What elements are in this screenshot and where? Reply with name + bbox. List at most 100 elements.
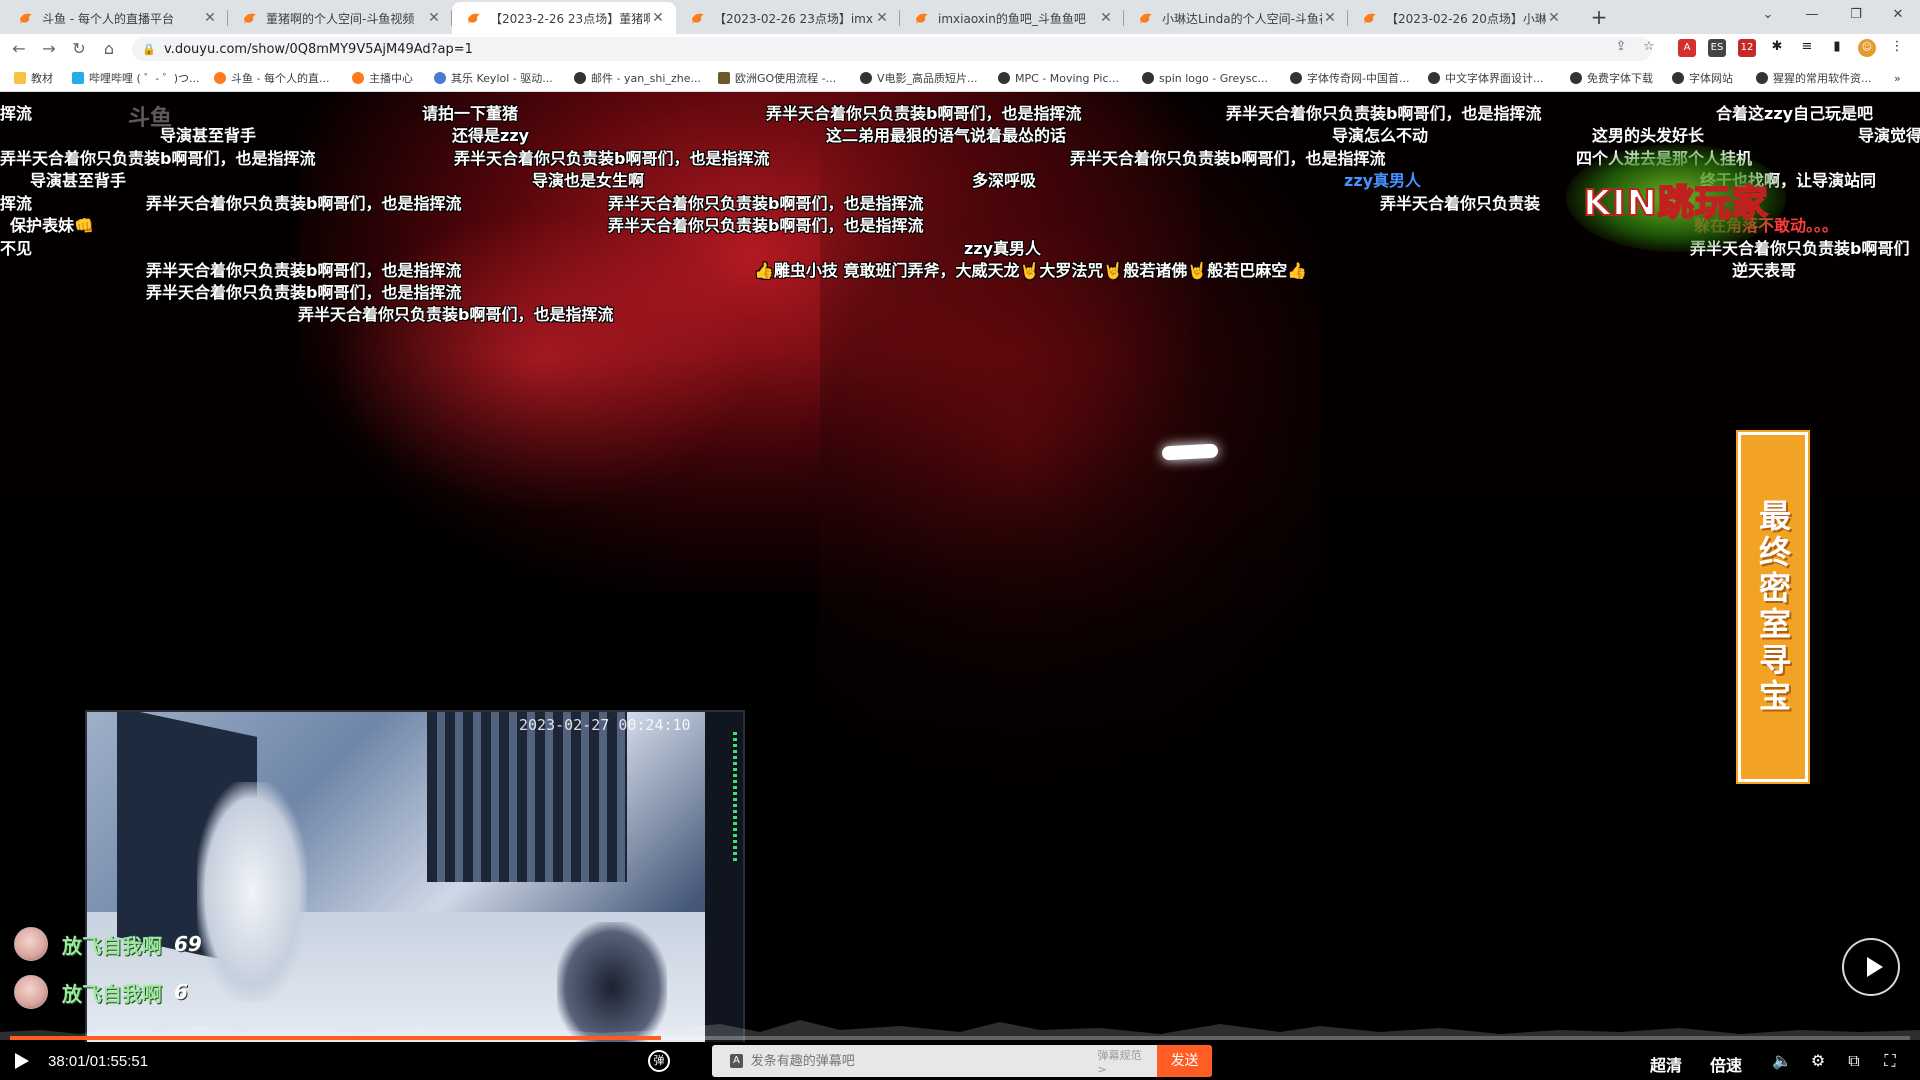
tab-6[interactable]: 【2023-02-26 20点场】小琳达: ✕ xyxy=(1348,2,1572,34)
player-controls: 38:01/01:55:51 弹 A 弹幕规范 > 发送 超清 倍速 🔈 ⚙ ⧉… xyxy=(0,1042,1920,1080)
globe-icon xyxy=(998,72,1010,84)
bookmark-item[interactable]: 教材 xyxy=(14,70,53,86)
bookmark-item[interactable]: 斗鱼 - 每个人的直... xyxy=(214,70,329,86)
lock-icon[interactable]: 🔒 xyxy=(142,43,156,56)
video-frame-light xyxy=(1161,443,1219,461)
back-icon[interactable]: ← xyxy=(8,38,30,60)
forward-icon[interactable]: → xyxy=(38,38,60,60)
bookmark-label: 邮件 - yan_shi_zhe... xyxy=(591,72,701,85)
bookmark-star-icon[interactable]: ☆ xyxy=(1640,38,1658,56)
address-bar[interactable]: 🔒 v.douyu.com/show/0Q8mMY9V5AjM49Ad?ap=1 xyxy=(132,37,1652,61)
globe-icon xyxy=(1290,72,1302,84)
globe-icon xyxy=(1570,72,1582,84)
quality-button[interactable]: 超清 xyxy=(1650,1052,1682,1076)
picture-in-picture-icon[interactable]: ⧉ xyxy=(1844,1051,1864,1071)
folder-icon xyxy=(14,72,26,84)
close-tab-icon[interactable]: ✕ xyxy=(202,10,218,26)
home-icon[interactable]: ⌂ xyxy=(98,38,120,60)
close-tab-icon[interactable]: ✕ xyxy=(1546,10,1562,26)
minimize-icon[interactable]: — xyxy=(1792,0,1832,30)
url-text[interactable]: v.douyu.com/show/0Q8mMY9V5AjM49Ad?ap=1 xyxy=(164,42,473,57)
tab-1[interactable]: 董猪啊的个人空间-斗鱼视频 ✕ xyxy=(228,2,452,34)
bookmark-item[interactable]: 其乐 Keylol - 驱动... xyxy=(434,70,553,86)
es-extension-icon[interactable]: ES xyxy=(1708,39,1726,57)
share-icon[interactable]: ⇪ xyxy=(1612,38,1630,56)
bookmark-item[interactable]: MPC - Moving Pic... xyxy=(998,70,1119,86)
bookmark-item[interactable]: 免费字体下载 xyxy=(1570,70,1653,86)
bookmarks-overflow-button[interactable]: » xyxy=(1894,70,1901,86)
bookmark-item[interactable]: 欧洲GO使用流程 -... xyxy=(718,70,836,86)
settings-gear-icon[interactable]: ⚙ xyxy=(1808,1051,1828,1071)
bookmark-label: 斗鱼 - 每个人的直... xyxy=(231,72,330,85)
danmaku-comment: 弄半天合着你只负责装b啊哥们，也是指挥流 xyxy=(454,149,770,168)
volume-icon[interactable]: 🔈 xyxy=(1772,1051,1792,1071)
restore-icon[interactable]: ❐ xyxy=(1836,0,1876,30)
danmaku-comment: 导演也是女生啊 xyxy=(532,171,645,190)
new-tab-button[interactable]: + xyxy=(1588,6,1610,28)
danmaku-comment: 弄半天合着你只负责装b啊哥们，也是指挥流 xyxy=(298,305,614,324)
cctv-figure xyxy=(197,782,307,1002)
close-tab-icon[interactable]: ✕ xyxy=(1322,10,1338,26)
danmaku-comment: 逆天表哥 xyxy=(1732,261,1797,280)
tab-4[interactable]: imxiaoxin的鱼吧_斗鱼鱼吧 ✕ xyxy=(900,2,1124,34)
fullscreen-icon[interactable]: ⛶ xyxy=(1880,1051,1900,1071)
danmaku-composer: A 弹幕规范 > 发送 xyxy=(712,1045,1213,1077)
danmaku-toggle-button[interactable]: 弹 xyxy=(648,1050,670,1072)
bookmark-item[interactable]: V电影_高品质短片... xyxy=(860,70,978,86)
danmaku-comment: 弄半天合着你只负责装b啊哥们，也是指挥流 xyxy=(146,194,462,213)
tab-0[interactable]: 斗鱼 - 每个人的直播平台 ✕ xyxy=(4,2,228,34)
danmaku-rules-link[interactable]: 弹幕规范 > xyxy=(1098,1047,1150,1076)
speed-button[interactable]: 倍速 xyxy=(1710,1052,1742,1076)
send-danmaku-button[interactable]: 发送 xyxy=(1157,1045,1213,1077)
video-player[interactable]: 斗鱼 挥流 导演甚至背手 请拍一下董猪 还得是zzy 弄半天合着你只负责装b啊哥… xyxy=(0,92,1920,1080)
close-window-icon[interactable]: ✕ xyxy=(1878,0,1918,30)
danmaku-comment: 这二弟用最狠的语气说着最怂的话 xyxy=(826,126,1067,145)
bookmark-item[interactable]: spin logo - Greysc... xyxy=(1142,70,1268,86)
bookmark-item[interactable]: 字体传奇网-中国首... xyxy=(1290,70,1409,86)
pdf-extension-icon[interactable]: A xyxy=(1678,39,1696,57)
douyu-fish-icon xyxy=(214,72,226,84)
side-panel-icon[interactable]: ▮ xyxy=(1828,38,1846,56)
danmaku-comment: 导演甚至背手 xyxy=(30,171,127,190)
big-play-button[interactable] xyxy=(1842,938,1900,996)
tab-search-icon[interactable]: ⌄ xyxy=(1748,0,1788,30)
extensions-puzzle-icon[interactable]: ✱ xyxy=(1768,38,1786,56)
douyu-fish-icon xyxy=(1140,13,1152,24)
image-icon xyxy=(718,72,730,84)
danmaku-comment: 弄半天合着你只负责装b啊哥们，也是指挥流 xyxy=(608,216,924,235)
douyu-fish-icon xyxy=(1364,13,1376,24)
tab-title: 斗鱼 - 每个人的直播平台 xyxy=(42,11,174,26)
close-tab-icon[interactable]: ✕ xyxy=(874,10,890,26)
bookmark-label: 字体传奇网-中国首... xyxy=(1307,72,1410,85)
danmaku-style-icon[interactable]: A xyxy=(730,1054,743,1068)
bookmark-item[interactable]: 邮件 - yan_shi_zhe... xyxy=(574,70,701,86)
danmaku-comment: 这男的头发好长 xyxy=(1592,126,1705,145)
menu-kebab-icon[interactable]: ⋮ xyxy=(1888,38,1906,56)
tab-3[interactable]: 【2023-02-26 23点场】imxiao: ✕ xyxy=(676,2,900,34)
globe-icon xyxy=(1672,72,1684,84)
danmaku-input[interactable] xyxy=(750,1053,1098,1069)
tab-2-active[interactable]: 【2023-2-26 23点场】董猪啊: ✕ xyxy=(452,2,676,34)
bookmark-item[interactable]: 字体网站 xyxy=(1672,70,1733,86)
avatar xyxy=(14,975,48,1009)
danmaku-comment: 弄半天合着你只负责装b啊哥们，也是指挥流 xyxy=(1226,104,1542,123)
bookmark-item[interactable]: 哔哩哔哩 ( ゜- ゜)つ... xyxy=(72,70,200,86)
gift-notification: 放飞自我啊 69 xyxy=(14,926,202,962)
close-tab-icon[interactable]: ✕ xyxy=(426,10,442,26)
reading-list-icon[interactable]: ≡ xyxy=(1798,38,1816,56)
bookmark-item[interactable]: 猩猩的常用软件资... xyxy=(1756,70,1872,86)
gift-notification: 放飞自我啊 6 xyxy=(14,974,188,1010)
danmaku-comment: 合着这zzy自己玩是吧 xyxy=(1716,104,1874,123)
profile-avatar[interactable]: ☺ xyxy=(1858,39,1876,57)
close-tab-icon[interactable]: ✕ xyxy=(1098,10,1114,26)
bookmark-item[interactable]: 中文字体界面设计... xyxy=(1428,70,1544,86)
danmaku-comment: 挥流 xyxy=(0,194,33,213)
bookmark-item[interactable]: 主播中心 xyxy=(352,70,413,86)
seek-bar[interactable] xyxy=(10,1036,1910,1040)
tab-5[interactable]: 小琳达Linda的个人空间-斗鱼视 ✕ xyxy=(1124,2,1348,34)
close-tab-icon[interactable]: ✕ xyxy=(650,10,666,26)
play-icon[interactable] xyxy=(12,1051,32,1071)
bookmark-label: 欧洲GO使用流程 -... xyxy=(735,72,837,85)
reload-icon[interactable]: ↻ xyxy=(68,38,90,60)
douyu-extension-icon[interactable]: 12 xyxy=(1738,39,1756,57)
